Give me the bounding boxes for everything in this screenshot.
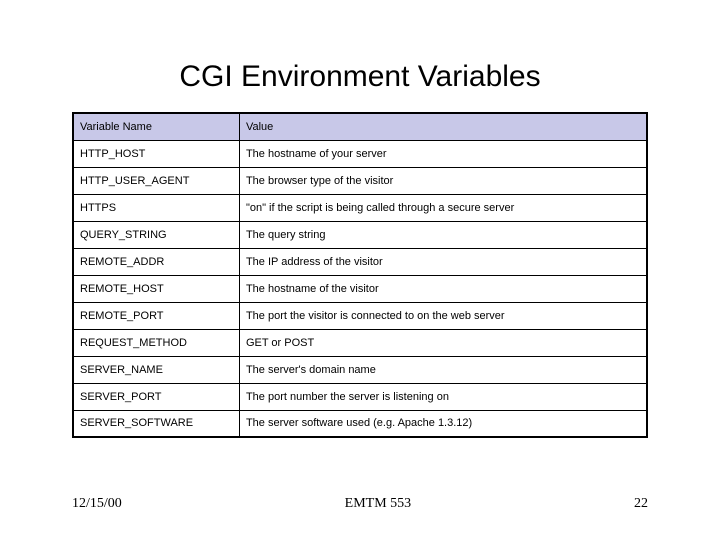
cell-var-value: GET or POST (239, 329, 647, 356)
table-header-row: Variable Name Value (73, 113, 647, 140)
cell-var-name: REMOTE_ADDR (73, 248, 239, 275)
cell-var-name: HTTP_HOST (73, 140, 239, 167)
slide-title: CGI Environment Variables (72, 60, 648, 94)
table-row: SERVER_PORT The port number the server i… (73, 383, 647, 410)
table-row: REMOTE_PORT The port the visitor is conn… (73, 302, 647, 329)
cell-var-name: HTTP_USER_AGENT (73, 167, 239, 194)
cell-var-name: SERVER_SOFTWARE (73, 410, 239, 437)
cell-var-value: The server software used (e.g. Apache 1.… (239, 410, 647, 437)
table-row: REMOTE_HOST The hostname of the visitor (73, 275, 647, 302)
footer-date: 12/15/00 (72, 496, 122, 512)
header-variable-name: Variable Name (73, 113, 239, 140)
cell-var-value: The port the visitor is connected to on … (239, 302, 647, 329)
footer-course: EMTM 553 (72, 496, 648, 512)
footer-page-number: 22 (634, 496, 648, 512)
cell-var-value: The server's domain name (239, 356, 647, 383)
cell-var-value: The hostname of your server (239, 140, 647, 167)
cell-var-name: REMOTE_PORT (73, 302, 239, 329)
cell-var-name: HTTPS (73, 194, 239, 221)
cell-var-name: SERVER_NAME (73, 356, 239, 383)
table-row: REMOTE_ADDR The IP address of the visito… (73, 248, 647, 275)
table-row: HTTP_USER_AGENT The browser type of the … (73, 167, 647, 194)
cell-var-name: SERVER_PORT (73, 383, 239, 410)
cell-var-value: The query string (239, 221, 647, 248)
table-row: HTTP_HOST The hostname of your server (73, 140, 647, 167)
variables-table: Variable Name Value HTTP_HOST The hostna… (72, 112, 648, 438)
cell-var-name: REQUEST_METHOD (73, 329, 239, 356)
table-row: SERVER_NAME The server's domain name (73, 356, 647, 383)
table-row: SERVER_SOFTWARE The server software used… (73, 410, 647, 437)
slide: CGI Environment Variables Variable Name … (0, 0, 720, 540)
table-row: REQUEST_METHOD GET or POST (73, 329, 647, 356)
cell-var-name: REMOTE_HOST (73, 275, 239, 302)
cell-var-value: "on" if the script is being called throu… (239, 194, 647, 221)
table-row: QUERY_STRING The query string (73, 221, 647, 248)
cell-var-value: The IP address of the visitor (239, 248, 647, 275)
cell-var-value: The browser type of the visitor (239, 167, 647, 194)
cell-var-value: The hostname of the visitor (239, 275, 647, 302)
header-value: Value (239, 113, 647, 140)
table-row: HTTPS "on" if the script is being called… (73, 194, 647, 221)
cell-var-value: The port number the server is listening … (239, 383, 647, 410)
cell-var-name: QUERY_STRING (73, 221, 239, 248)
slide-footer: 12/15/00 22 EMTM 553 (72, 496, 648, 512)
